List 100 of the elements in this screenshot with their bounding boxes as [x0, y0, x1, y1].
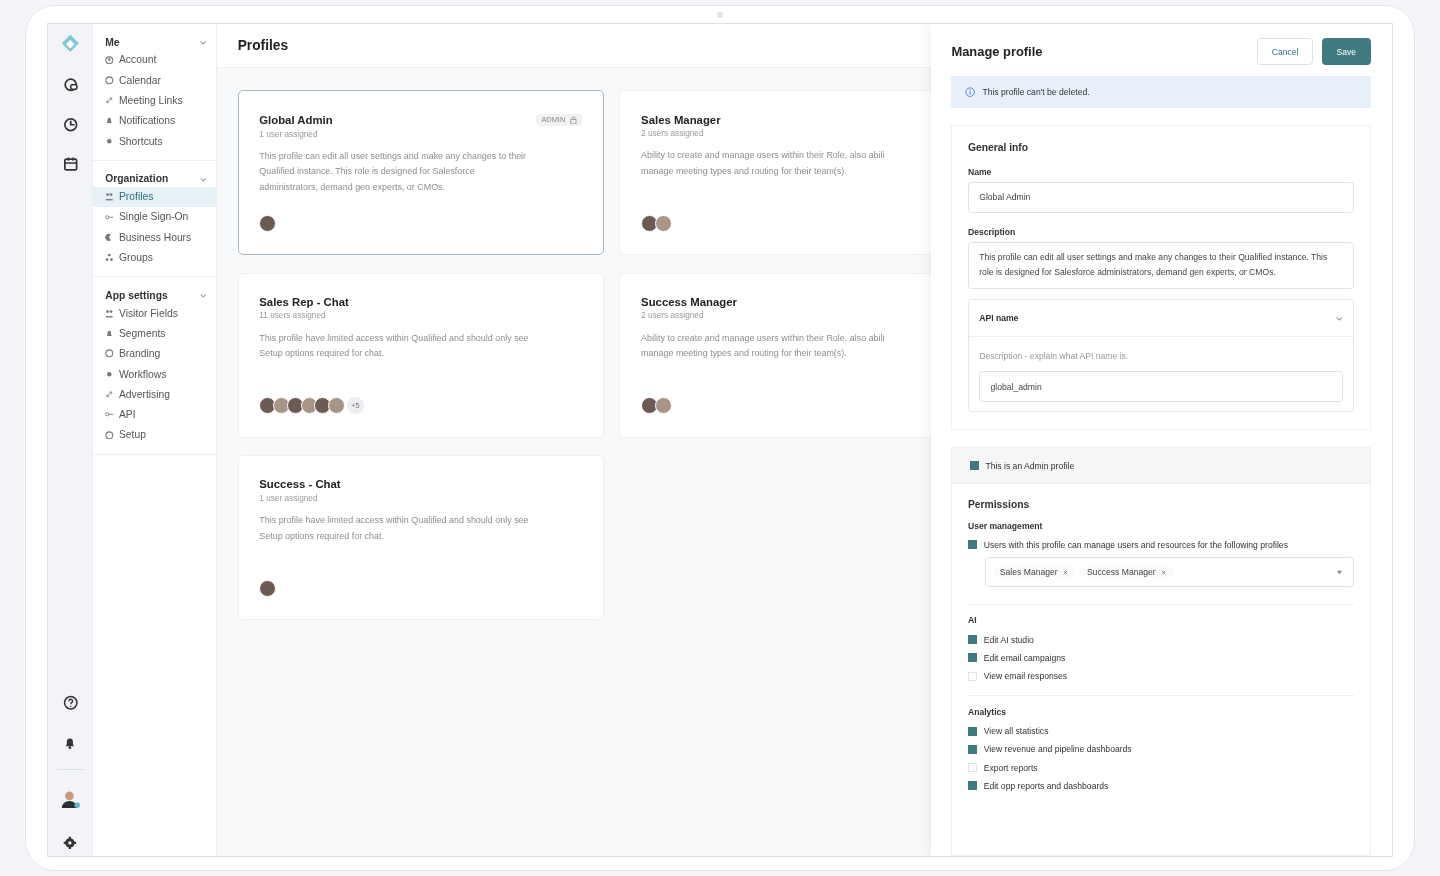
nav-item[interactable]: Profiles	[93, 186, 217, 207]
user-avatar	[259, 579, 277, 597]
dot-icon	[105, 369, 114, 379]
assigned-count: 1 user assigned	[259, 129, 319, 139]
group-heading: User management	[967, 520, 1044, 531]
nav-item[interactable]: Setup	[93, 424, 217, 446]
name-field[interactable]: Global Admin	[967, 181, 1355, 214]
checkbox[interactable]	[967, 653, 977, 663]
description-field[interactable]: This profile can edit all user settings and make any changes to their Qualified instance. This role is designed for Salesforce administrators, demand gen experts, or CMOs.	[967, 241, 1355, 289]
nav-item[interactable]: Workflows	[93, 363, 217, 385]
caret-icon	[1336, 569, 1344, 575]
api-name-field[interactable]: global_admin	[979, 371, 1344, 403]
user-avatar	[654, 397, 673, 415]
assigned-count: 11 users assigned	[259, 311, 327, 321]
user-avatar	[286, 397, 304, 415]
card-description: This profile have limited access within Qualified and should only see Setup options required for chat.	[259, 514, 530, 543]
nav-item[interactable]: Branding	[93, 343, 217, 364]
settings-icon[interactable]	[63, 835, 78, 850]
group-icon	[105, 253, 114, 262]
logo-icon	[60, 32, 81, 54]
checkbox[interactable]	[967, 540, 977, 550]
user-avatar	[641, 214, 659, 233]
group-heading[interactable]: Organization	[105, 173, 169, 185]
group-heading[interactable]: App settings	[105, 289, 168, 301]
group-heading: Analytics	[967, 706, 1008, 717]
nav-item[interactable]: Account	[93, 49, 217, 71]
calendar-icon[interactable]	[62, 156, 79, 172]
close-icon[interactable]	[1062, 569, 1068, 576]
assigned-count: 2 users assigned	[641, 311, 705, 321]
nav-item[interactable]: Business Hours	[93, 227, 217, 248]
key-icon	[105, 212, 114, 222]
profile-card[interactable]: Sales Manager 2 users assigned Ability to create and manage users within their Role, also abili manage meeting types and routing for their team(s).	[619, 90, 931, 256]
circle-icon	[105, 430, 114, 440]
user-avatar	[259, 214, 277, 233]
card-description: Ability to create and manage users within their Role, also abili manage meeting types and routing for their team(s).	[641, 149, 886, 178]
checkbox-label: View all statistics	[983, 726, 1049, 737]
circle-icon	[105, 349, 114, 359]
checkbox-label: Edit AI studio	[983, 634, 1034, 645]
card-title: Success - Chat	[259, 478, 341, 491]
bell-icon	[105, 329, 114, 338]
field-label: Name	[967, 166, 993, 177]
group-heading[interactable]: Me	[105, 36, 120, 48]
checkbox[interactable]	[967, 635, 977, 645]
section-heading: General info	[967, 141, 1030, 153]
card-description: This profile have limited access within Qualified and should only see Setup options required for chat.	[259, 331, 530, 361]
nav-item[interactable]: Notifications	[93, 110, 217, 131]
accordion-header[interactable]: API name	[968, 300, 1354, 338]
checkbox[interactable]	[967, 781, 977, 791]
lock-icon	[570, 115, 578, 125]
card-title: Sales Manager	[641, 113, 721, 126]
checkbox-label: Edit opp reports and dashboards	[983, 780, 1109, 791]
checkbox-label: This is an Admin profile	[985, 460, 1075, 471]
assigned-count: 1 user assigned	[259, 493, 319, 503]
user-avatar	[641, 397, 659, 415]
key-icon	[105, 410, 114, 419]
close-icon[interactable]	[1160, 569, 1166, 576]
nav-item[interactable]: Segments	[93, 323, 217, 344]
nav-item[interactable]: Single Sign-On	[93, 206, 217, 228]
profile-multiselect[interactable]: Sales Manager Success Manager	[985, 557, 1355, 587]
nav-item[interactable]: API	[93, 404, 217, 425]
checkbox-label: Export reports	[983, 762, 1038, 773]
card-title: Sales Rep - Chat	[259, 296, 349, 308]
checkbox[interactable]	[967, 726, 977, 736]
chat-icon[interactable]	[62, 77, 79, 93]
user-avatar	[654, 214, 673, 233]
link-icon	[105, 96, 114, 105]
profile-card[interactable]: Success Manager 2 users assigned Ability to create and manage users within their Role, also abili manage meeting types and routing for their team(s).	[619, 272, 931, 438]
nav-item[interactable]: Calendar	[93, 70, 217, 91]
help-icon[interactable]	[62, 694, 79, 711]
checkbox-label: Edit email campaigns	[983, 652, 1066, 663]
checkbox-label: View email responses	[983, 671, 1068, 682]
checkbox-label: View revenue and pipeline dashboards	[983, 744, 1132, 755]
nav-item[interactable]: Groups	[93, 247, 217, 268]
user-avatar[interactable]	[60, 789, 81, 810]
camera-dot	[717, 12, 723, 18]
page-title: Profiles	[237, 38, 289, 53]
nav-item[interactable]: Visitor Fields	[93, 303, 217, 324]
notice-text: This profile can't be deleted.	[982, 86, 1090, 97]
bell-icon	[105, 116, 114, 126]
user-avatar	[259, 397, 277, 415]
checkbox-label: Users with this profile can manage users and resources for the following profiles	[983, 539, 1288, 550]
link-icon	[105, 390, 114, 399]
moon-icon	[105, 232, 114, 242]
save-button[interactable]: Save	[1321, 37, 1371, 66]
user-avatar	[314, 397, 332, 415]
checkbox[interactable]	[967, 744, 977, 754]
selected-tag[interactable]: Sales Manager	[993, 567, 1075, 578]
nav-item[interactable]: Meeting Links	[93, 90, 217, 111]
nav-item[interactable]: Shortcuts	[93, 130, 217, 152]
cancel-button[interactable]: Cancel	[1256, 37, 1314, 66]
people-icon	[105, 308, 114, 318]
card-title: Success Manager	[641, 296, 737, 308]
field-label: Description	[967, 226, 1017, 237]
selected-tag[interactable]: Success Manager	[1080, 567, 1173, 578]
clock-icon[interactable]	[62, 116, 79, 133]
people-icon	[105, 192, 114, 201]
checkbox[interactable]	[969, 461, 979, 470]
nav-item[interactable]: Advertising	[93, 384, 217, 405]
profile-card[interactable]: Success - Chat 1 user assigned This profile have limited access within Qualified and should only see Setup options required for chat.	[237, 454, 604, 621]
group-heading: AI	[967, 615, 978, 626]
